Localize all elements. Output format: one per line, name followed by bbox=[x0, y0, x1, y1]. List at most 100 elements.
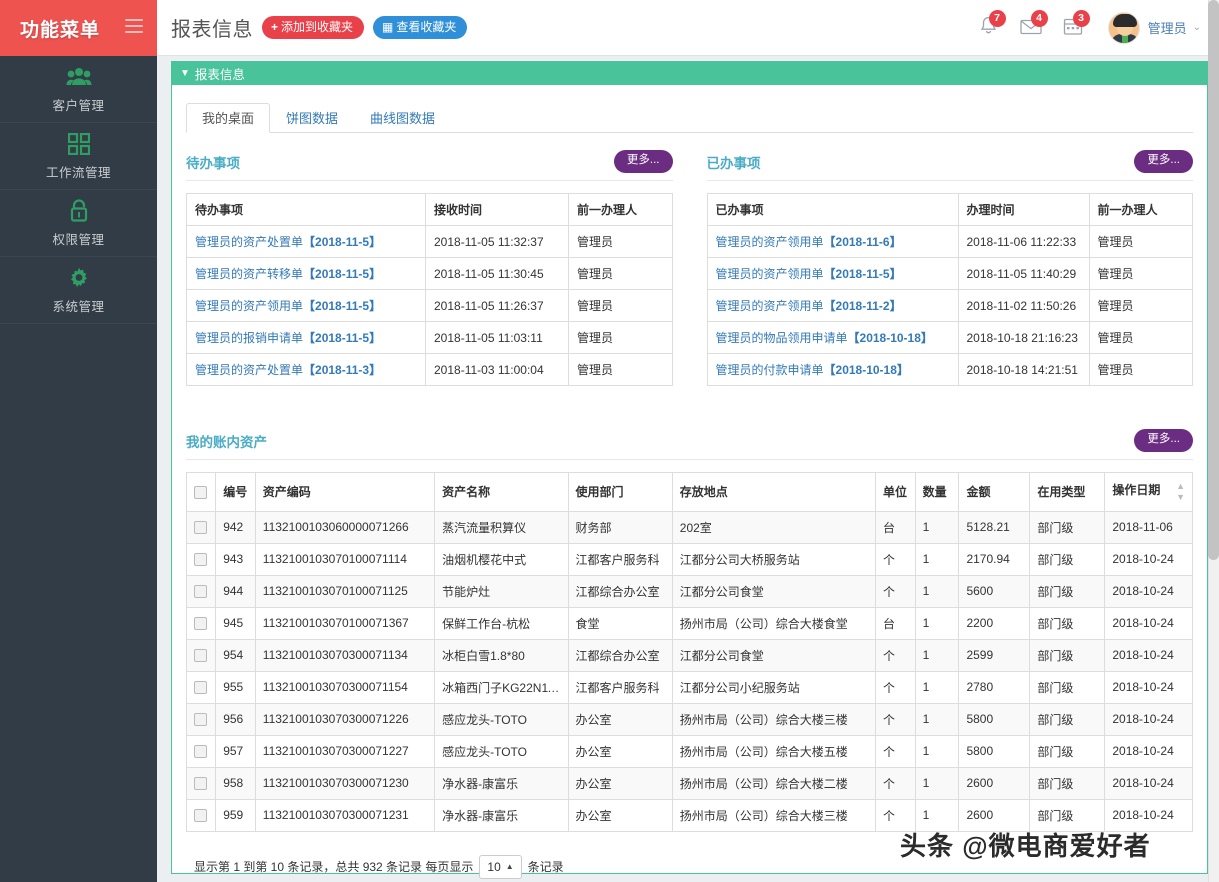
assets-col-usage-type[interactable]: 在用类型 bbox=[1029, 472, 1106, 512]
assets-col-asset-name[interactable]: 资产名称 bbox=[434, 472, 569, 512]
done-widget-header: 已办事项 更多... bbox=[706, 149, 1193, 181]
tab-pie-data[interactable]: 饼图数据 bbox=[270, 103, 354, 133]
task-time: 2018-11-05 11:32:37 bbox=[425, 225, 569, 258]
chevron-down-icon[interactable]: ⌄ bbox=[1193, 22, 1201, 33]
notifications-bell-button[interactable]: 7 bbox=[968, 8, 1010, 48]
assets-col-amount[interactable]: 金额 bbox=[958, 472, 1031, 512]
task-link[interactable]: 管理员的资产转移单【2018-11-5】 bbox=[186, 257, 426, 290]
assets-col-quantity[interactable]: 数量 bbox=[914, 472, 960, 512]
select-all-checkbox[interactable] bbox=[194, 485, 207, 499]
asset-department: 江都客户服务科 bbox=[567, 670, 673, 704]
sidebar-item-customer-management[interactable]: 客户管理 bbox=[0, 56, 157, 123]
row-select-cell[interactable] bbox=[185, 734, 217, 768]
username-label[interactable]: 管理员 bbox=[1148, 18, 1187, 37]
asset-department: 办公室 bbox=[567, 702, 673, 736]
row-select-cell[interactable] bbox=[185, 798, 217, 832]
assets-col-unit[interactable]: 单位 bbox=[875, 472, 916, 512]
add-to-favorites-button[interactable]: + 添加到收藏夹 bbox=[262, 16, 365, 39]
tab-my-desktop[interactable]: 我的桌面 bbox=[186, 103, 271, 133]
row-checkbox[interactable] bbox=[194, 777, 207, 791]
page-scrollbar[interactable] bbox=[1208, 0, 1219, 882]
lock-icon bbox=[69, 199, 89, 223]
avatar[interactable] bbox=[1107, 11, 1140, 44]
page-size-select[interactable]: 10 ▲ bbox=[479, 854, 522, 879]
row-select-cell[interactable] bbox=[185, 638, 217, 672]
asset-name: 油烟机樱花中式 bbox=[434, 542, 569, 576]
asset-unit: 个 bbox=[875, 798, 916, 832]
assets-more-button[interactable]: 更多... bbox=[1134, 429, 1193, 452]
avatar-tie bbox=[1121, 34, 1128, 43]
task-link[interactable]: 管理员的资产领用单【2018-11-6】 bbox=[706, 225, 959, 258]
asset-department: 江都综合办公室 bbox=[567, 638, 673, 672]
asset-usage-type: 部门级 bbox=[1029, 638, 1106, 672]
row-checkbox[interactable] bbox=[194, 553, 207, 567]
task-link[interactable]: 管理员的资产领用单【2018-11-5】 bbox=[186, 289, 426, 322]
done-more-button[interactable]: 更多... bbox=[1134, 150, 1193, 173]
page-scrollbar-thumb[interactable] bbox=[1208, 0, 1219, 560]
tasks-calendar-button[interactable]: 3 bbox=[1052, 8, 1094, 48]
task-link[interactable]: 管理员的付款申请单【2018-10-18】 bbox=[706, 353, 959, 386]
hamburger-menu-icon[interactable] bbox=[125, 19, 143, 33]
tasks-badge-count: 3 bbox=[1072, 9, 1090, 27]
row-checkbox[interactable] bbox=[194, 521, 207, 535]
pagination-bar: 显示第 1 到第 10 条记录，总共 932 条记录 每页显示 10 ▲ 条记录 bbox=[186, 838, 1193, 882]
task-handler: 管理员 bbox=[568, 225, 673, 258]
row-select-cell[interactable] bbox=[185, 574, 217, 608]
row-checkbox[interactable] bbox=[194, 681, 207, 695]
asset-code: 1132100103070300071227 bbox=[254, 734, 436, 768]
row-select-cell[interactable] bbox=[185, 670, 217, 704]
row-checkbox[interactable] bbox=[194, 713, 207, 727]
asset-unit: 个 bbox=[875, 638, 916, 672]
sidebar-item-permission-management[interactable]: 权限管理 bbox=[0, 190, 157, 257]
task-link[interactable]: 管理员的报销申请单【2018-11-5】 bbox=[186, 321, 426, 354]
asset-id: 943 bbox=[215, 542, 256, 576]
task-link[interactable]: 管理员的资产处置单【2018-11-3】 bbox=[186, 353, 426, 386]
row-checkbox[interactable] bbox=[194, 617, 207, 631]
assets-col-department[interactable]: 使用部门 bbox=[567, 472, 673, 512]
task-link[interactable]: 管理员的资产处置单【2018-11-5】 bbox=[186, 225, 426, 258]
asset-location: 江都分公司小纪服务站 bbox=[671, 670, 877, 704]
task-link[interactable]: 管理员的资产领用单【2018-11-5】 bbox=[706, 257, 959, 290]
todo-more-button[interactable]: 更多... bbox=[613, 150, 673, 173]
assets-col-select-all[interactable] bbox=[185, 472, 217, 512]
table-row: 管理员的资产领用单【2018-11-2】 2018-11-02 11:50:26 管… bbox=[706, 289, 1193, 322]
assets-col-location[interactable]: 存放地点 bbox=[671, 472, 877, 512]
assets-col-operation-date-label: 操作日期 bbox=[1112, 483, 1161, 497]
row-checkbox[interactable] bbox=[194, 585, 207, 599]
row-select-cell[interactable] bbox=[185, 766, 217, 800]
sort-arrows-icon[interactable]: ▲ ▼ bbox=[1176, 481, 1185, 503]
asset-operation-date: 2018-10-24 bbox=[1104, 766, 1193, 800]
assets-col-id[interactable]: 编号 bbox=[215, 472, 256, 512]
row-select-cell[interactable] bbox=[185, 702, 217, 736]
asset-location: 江都分公司食堂 bbox=[671, 638, 877, 672]
done-table-header-row: 已办事项 办理时间 前一办理人 bbox=[706, 193, 1193, 226]
assets-col-asset-code[interactable]: 资产编码 bbox=[254, 472, 436, 512]
task-link[interactable]: 管理员的资产领用单【2018-11-2】 bbox=[706, 289, 959, 322]
tab-bar: 我的桌面 饼图数据 曲线图数据 bbox=[186, 99, 1193, 133]
tab-curve-data[interactable]: 曲线图数据 bbox=[354, 103, 451, 133]
view-favorites-button[interactable]: ▦ 查看收藏夹 bbox=[373, 16, 468, 39]
done-col-task: 已办事项 bbox=[706, 193, 959, 226]
row-checkbox[interactable] bbox=[194, 649, 207, 663]
messages-button[interactable]: 4 bbox=[1010, 8, 1052, 48]
asset-operation-date: 2018-10-24 bbox=[1104, 574, 1193, 608]
asset-usage-type: 部门级 bbox=[1029, 510, 1106, 544]
assets-col-operation-date[interactable]: 操作日期 ▲ ▼ bbox=[1104, 472, 1193, 512]
row-select-cell[interactable] bbox=[185, 542, 217, 576]
task-handler: 管理员 bbox=[1088, 321, 1193, 354]
asset-quantity: 1 bbox=[914, 510, 960, 544]
sidebar-item-workflow-management[interactable]: 工作流管理 bbox=[0, 123, 157, 190]
row-select-cell[interactable] bbox=[185, 510, 217, 544]
sidebar-item-system-management[interactable]: 系统管理 bbox=[0, 257, 157, 324]
row-select-cell[interactable] bbox=[185, 606, 217, 640]
table-row: 管理员的资产转移单【2018-11-5】 2018-11-05 11:30:45 管… bbox=[186, 257, 673, 290]
asset-operation-date: 2018-10-24 bbox=[1104, 702, 1193, 736]
asset-location: 202室 bbox=[671, 510, 877, 544]
row-checkbox[interactable] bbox=[194, 745, 207, 759]
asset-amount: 2200 bbox=[958, 606, 1031, 640]
task-link[interactable]: 管理员的物品领用申请单【2018-10-18】 bbox=[706, 321, 959, 354]
asset-usage-type: 部门级 bbox=[1029, 574, 1106, 608]
row-checkbox[interactable] bbox=[194, 809, 207, 823]
todo-widget-header: 待办事项 更多... bbox=[186, 149, 673, 181]
asset-location: 扬州市局（公司）综合大楼三楼 bbox=[671, 798, 877, 832]
